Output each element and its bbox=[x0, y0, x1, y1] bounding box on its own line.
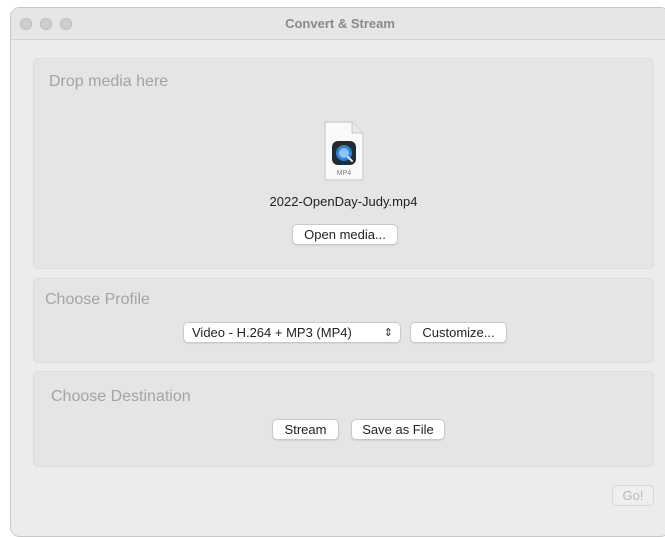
mp4-file-icon[interactable]: MP4 bbox=[322, 121, 366, 181]
customize-button[interactable]: Customize... bbox=[410, 322, 507, 343]
profile-select[interactable]: Video - H.264 + MP3 (MP4) ⇕ bbox=[183, 322, 401, 343]
go-button[interactable]: Go! bbox=[612, 485, 654, 506]
window-title: Convert & Stream bbox=[285, 16, 395, 31]
file-type-label: MP4 bbox=[337, 170, 352, 177]
chevron-updown-icon: ⇕ bbox=[383, 327, 393, 339]
drop-media-panel[interactable]: Drop media here MP4 2022-OpenDay-Judy.mp… bbox=[33, 58, 654, 269]
open-media-button[interactable]: Open media... bbox=[292, 224, 398, 245]
profile-select-value: Video - H.264 + MP3 (MP4) bbox=[192, 325, 352, 340]
title-bar[interactable]: Convert & Stream bbox=[11, 8, 665, 40]
choose-profile-title: Choose Profile bbox=[45, 291, 150, 308]
drop-media-title: Drop media here bbox=[49, 73, 169, 90]
file-name: 2022-OpenDay-Judy.mp4 bbox=[269, 194, 418, 209]
stream-button[interactable]: Stream bbox=[272, 419, 339, 440]
convert-stream-window: Convert & Stream Drop media here MP4 202… bbox=[10, 7, 665, 537]
choose-profile-panel: Choose Profile Video - H.264 + MP3 (MP4)… bbox=[33, 278, 654, 363]
save-as-file-button[interactable]: Save as File bbox=[351, 419, 445, 440]
choose-destination-title: Choose Destination bbox=[51, 388, 191, 405]
choose-destination-panel: Choose Destination Stream Save as File bbox=[33, 371, 654, 467]
